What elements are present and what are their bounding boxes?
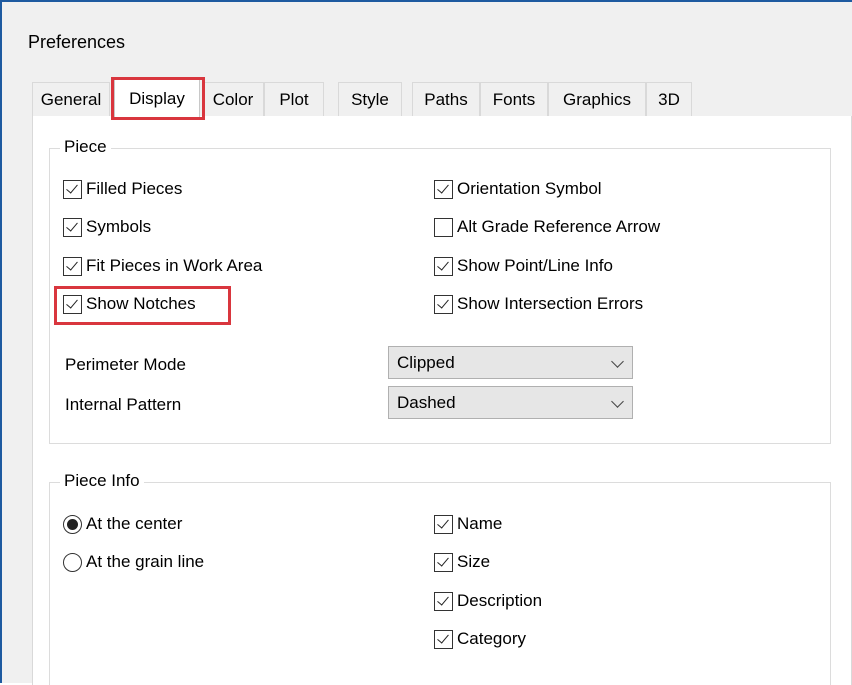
tab-3d[interactable]: 3D [646, 82, 692, 116]
description-checkbox[interactable]: Description [434, 589, 542, 613]
checkbox-box [434, 179, 453, 199]
name-checkbox[interactable]: Name [434, 512, 502, 536]
checkbox-box [434, 294, 453, 314]
tab-label: Display [129, 88, 185, 108]
checkbox-box [63, 256, 82, 276]
tab-paths[interactable]: Paths [412, 82, 480, 116]
radio-label: At the grain line [86, 552, 205, 571]
fit-pieces-checkbox[interactable]: Fit Pieces in Work Area [63, 254, 262, 278]
tab-strip: General Display Color Plot Style Paths F… [32, 79, 712, 117]
chevron-down-icon [611, 355, 624, 368]
tab-label: Plot [279, 89, 309, 109]
filled-pieces-checkbox[interactable]: Filled Pieces [63, 177, 182, 201]
checkbox-box [434, 514, 453, 534]
perimeter-mode-select[interactable]: Clipped [388, 346, 633, 379]
piece-info-group-legend: Piece Info [60, 471, 144, 491]
tab-label: General [40, 89, 102, 109]
radio-circle [63, 552, 82, 572]
checkbox-label: Description [457, 591, 543, 610]
checkbox-label: Show Point/Line Info [457, 256, 613, 275]
checkbox-label: Orientation Symbol [457, 179, 602, 198]
chevron-down-icon [611, 395, 624, 408]
window-title: Preferences [28, 32, 126, 52]
size-checkbox[interactable]: Size [434, 550, 490, 574]
preferences-window: Preferences General Display Color Plot S… [0, 0, 852, 685]
checkbox-box [434, 629, 453, 649]
checkbox-label: Category [457, 629, 526, 648]
internal-pattern-label: Internal Pattern [65, 395, 182, 414]
alt-grade-arrow-checkbox[interactable]: Alt Grade Reference Arrow [434, 215, 660, 239]
checkbox-box [434, 591, 453, 611]
display-tab-panel: Piece Filled Pieces Symbols Fit Pieces i… [32, 116, 852, 685]
checkbox-label: Show Notches [86, 294, 196, 313]
checkbox-label: Fit Pieces in Work Area [86, 256, 263, 275]
tab-label: Color [212, 89, 254, 109]
tab-plot[interactable]: Plot [264, 82, 324, 116]
at-center-radio[interactable]: At the center [63, 512, 182, 536]
piece-info-group: Piece Info At the center At the grain li… [49, 471, 831, 685]
checkbox-box [63, 179, 82, 199]
show-intersection-errors-checkbox[interactable]: Show Intersection Errors [434, 292, 643, 316]
at-grain-line-radio[interactable]: At the grain line [63, 550, 204, 574]
checkbox-box [434, 217, 453, 237]
checkbox-label: Name [457, 514, 503, 533]
tab-display[interactable]: Display [114, 79, 200, 117]
checkbox-box [434, 256, 453, 276]
show-point-line-info-checkbox[interactable]: Show Point/Line Info [434, 254, 613, 278]
tab-style[interactable]: Style [338, 82, 402, 116]
checkbox-box [63, 294, 82, 314]
checkbox-label: Show Intersection Errors [457, 294, 644, 313]
piece-group-legend: Piece [60, 137, 111, 157]
checkbox-label: Size [457, 552, 491, 571]
radio-label: At the center [86, 514, 183, 533]
perimeter-mode-label: Perimeter Mode [65, 355, 186, 374]
checkbox-box [434, 552, 453, 572]
checkbox-label: Filled Pieces [86, 179, 183, 198]
symbols-checkbox[interactable]: Symbols [63, 215, 151, 239]
internal-pattern-select[interactable]: Dashed [388, 386, 633, 419]
checkbox-label: Symbols [86, 217, 152, 236]
piece-group: Piece Filled Pieces Symbols Fit Pieces i… [49, 137, 831, 444]
checkbox-label: Alt Grade Reference Arrow [457, 217, 661, 236]
tab-label: Graphics [562, 89, 632, 109]
select-value: Dashed [397, 392, 456, 412]
category-checkbox[interactable]: Category [434, 627, 526, 651]
orientation-symbol-checkbox[interactable]: Orientation Symbol [434, 177, 602, 201]
select-value: Clipped [397, 352, 455, 372]
tab-label: 3D [658, 89, 680, 109]
tab-graphics[interactable]: Graphics [548, 82, 646, 116]
tab-label: Fonts [492, 89, 536, 109]
tab-color[interactable]: Color [202, 82, 264, 116]
tab-general[interactable]: General [32, 82, 110, 116]
radio-circle [63, 514, 82, 534]
tab-fonts[interactable]: Fonts [480, 82, 548, 116]
show-notches-checkbox[interactable]: Show Notches [63, 292, 196, 316]
checkbox-box [63, 217, 82, 237]
tab-label: Style [351, 89, 389, 109]
tab-label: Paths [424, 89, 468, 109]
